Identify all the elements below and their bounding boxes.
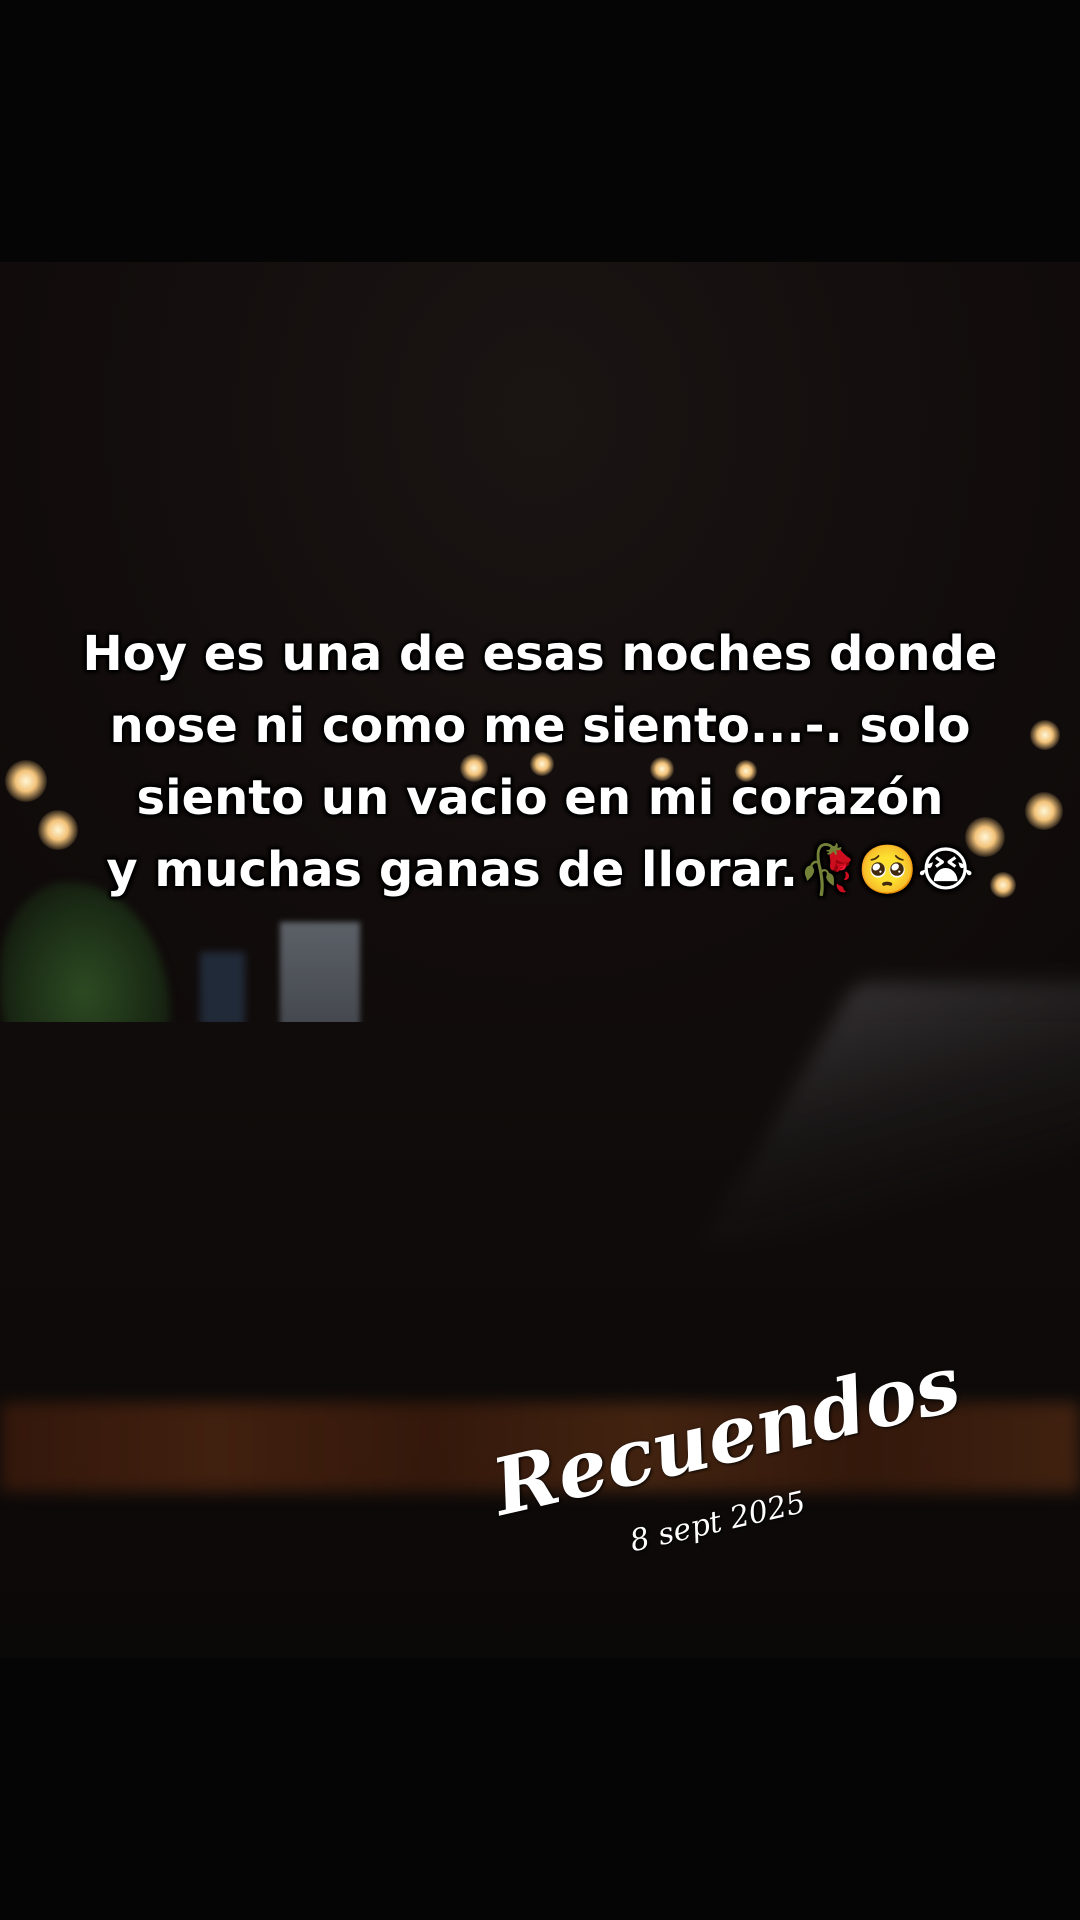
distant-sign [200,952,245,1027]
screen: Hoy es una de esas noches donde nose ni … [0,0,1080,1920]
letterbox-top [0,0,1080,262]
street-light [5,760,47,802]
distant-building [280,922,360,1027]
letterbox-bottom [0,1658,1080,1920]
street-light [1025,792,1063,830]
caption-text: Hoy es una de esas noches donde nose ni … [82,626,998,898]
street-light [1030,720,1060,750]
